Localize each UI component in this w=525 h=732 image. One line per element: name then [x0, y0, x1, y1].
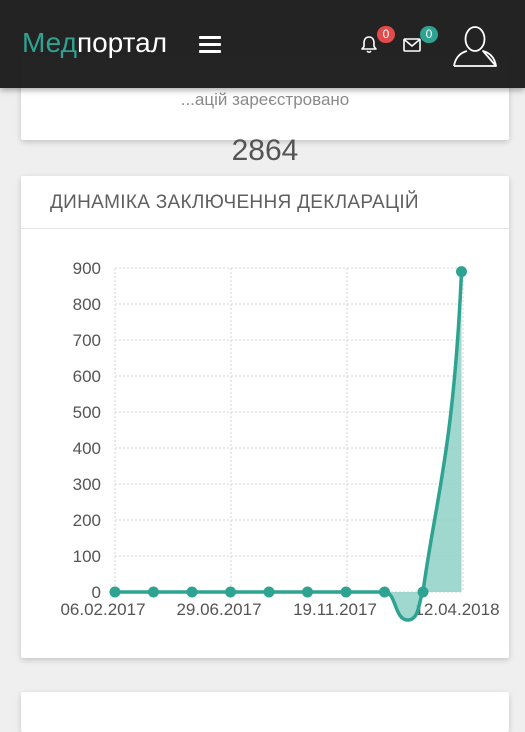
data-point: [379, 586, 390, 598]
envelope-icon: [403, 38, 421, 52]
data-point: [263, 586, 275, 598]
y-tick-label: 700: [73, 331, 101, 350]
series-area: [115, 271, 462, 620]
data-point: [456, 266, 467, 278]
y-tick-label: 400: [73, 439, 101, 458]
hamburger-menu-icon[interactable]: [197, 33, 225, 55]
registered-count-value: 2864: [231, 134, 299, 167]
x-tick-label: 29.06.2017: [176, 600, 261, 619]
brand-part-med: Мед: [22, 27, 77, 58]
registered-count-title: ...ацій зареєстровано: [180, 90, 350, 109]
data-point: [186, 586, 198, 598]
brand-logo[interactable]: Медпортал: [22, 26, 167, 60]
declarations-chart: 010020030040050060070080090006.02.2017 29…: [60, 259, 500, 622]
messages-button[interactable]: 0: [403, 26, 438, 56]
notifications-button[interactable]: 0: [360, 26, 395, 56]
y-tick-label: 200: [73, 511, 101, 530]
brand-part-portal: портал: [76, 27, 168, 58]
next-card: [21, 692, 509, 732]
x-tick-label: 06.02.2017: [60, 600, 145, 619]
y-tick-label: 300: [73, 475, 101, 494]
data-point: [148, 586, 159, 598]
data-point: [225, 586, 236, 598]
declarations-chart-card: ДИНАМІКА ЗАКЛЮЧЕННЯ ДЕКЛАРАЦІЙ 0 100 200 30…: [21, 176, 509, 658]
x-tick-label: 19.11.2017: [293, 600, 377, 619]
user-avatar-icon[interactable]: [450, 20, 500, 70]
y-tick-label: 500: [73, 403, 101, 422]
y-tick-label: 800: [73, 295, 101, 314]
data-point: [302, 586, 313, 598]
x-tick-label: 12.04.2018: [414, 600, 499, 619]
y-tick-label: 600: [73, 367, 101, 386]
notifications-badge: 0: [377, 26, 395, 43]
y-tick-label: 100: [73, 547, 101, 566]
top-navbar: Медпортал 0 0: [0, 0, 525, 88]
messages-badge: 0: [420, 26, 438, 43]
data-point: [340, 586, 352, 598]
bell-icon: [361, 36, 377, 54]
y-tick-label: 900: [73, 259, 101, 278]
series-line: [115, 271, 464, 622]
data-point: [417, 586, 429, 598]
data-point: [109, 586, 121, 598]
